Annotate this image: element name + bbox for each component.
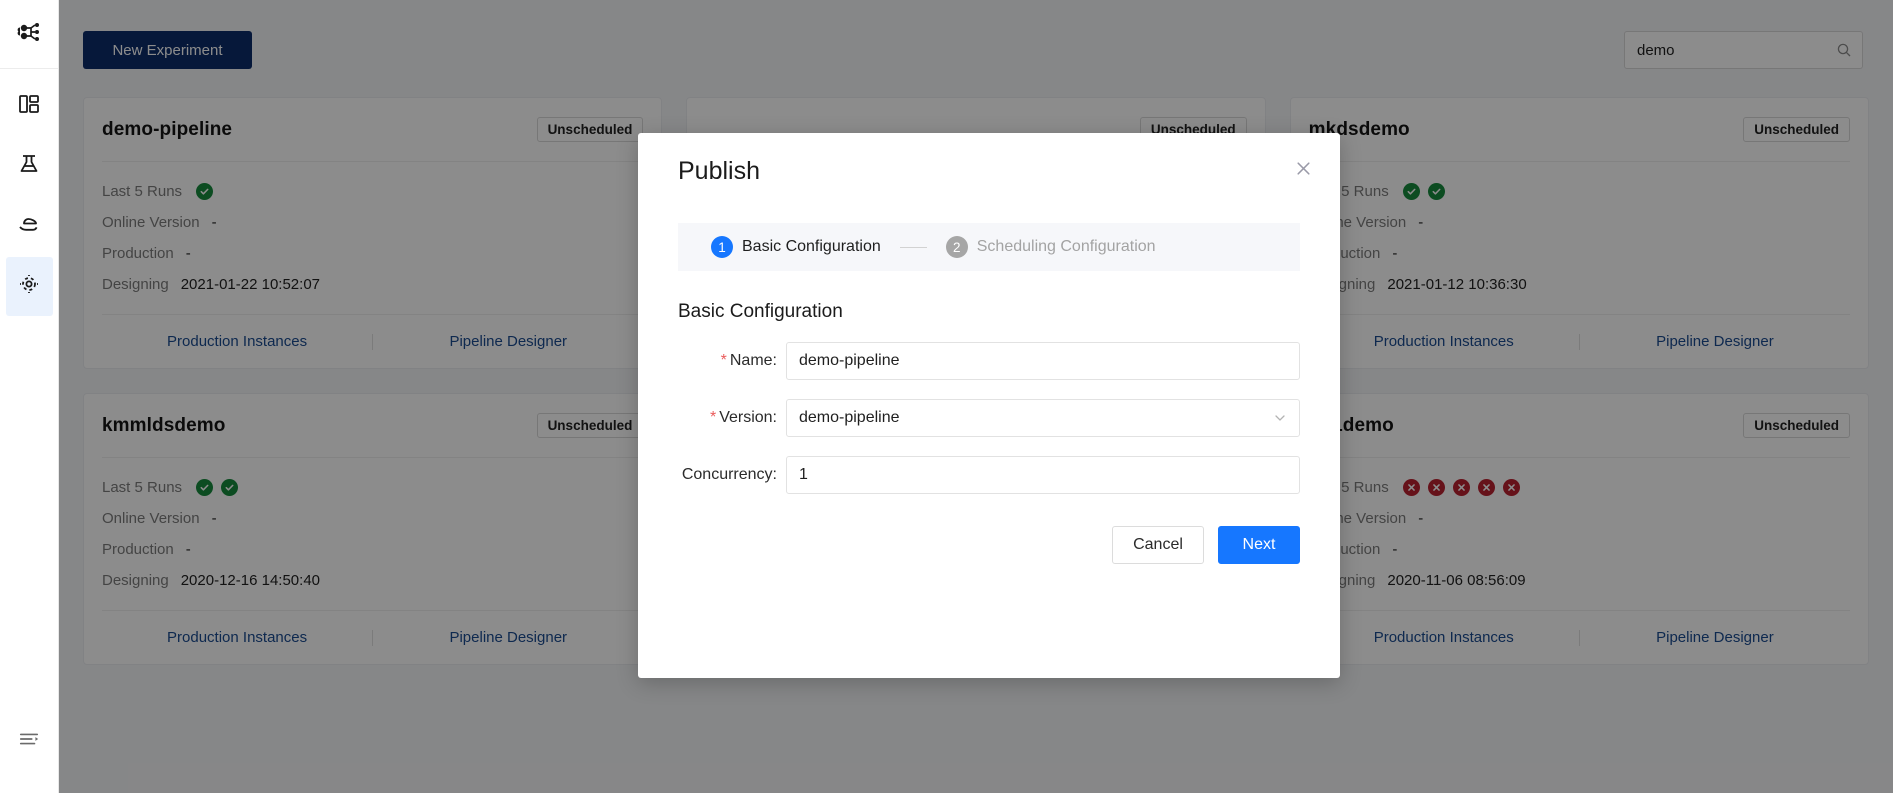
chevron-down-icon[interactable] [1273,411,1287,425]
sidebar-item-model-serving[interactable] [6,197,53,256]
step-1-label: Basic Configuration [742,238,881,255]
pipeline-settings-icon [17,272,41,301]
step-2-label: Scheduling Configuration [976,238,1156,255]
required-asterisk-icon: * [709,409,717,426]
left-sidebar [0,0,59,793]
field-concurrency-label: Concurrency: [681,466,777,483]
required-asterisk-icon: * [720,352,727,369]
dialog-title: Publish [678,157,760,185]
step-1-number: 1 [711,236,733,258]
field-concurrency: Concurrency: 1 [678,456,1300,494]
collapse-sidebar-icon [18,728,40,755]
step-scheduling-configuration[interactable]: 2 Scheduling Configuration [945,236,1156,258]
step-connector [899,246,927,248]
section-title: Basic Configuration [678,301,843,322]
dialog-actions: Cancel Next [678,526,1300,564]
next-button[interactable]: Next [1218,526,1300,564]
concurrency-input-value: 1 [799,466,808,483]
sidebar-item-experiments[interactable] [6,137,53,196]
ml-platform-logo-icon [15,18,43,51]
step-indicator: 1 Basic Configuration 2 Scheduling Confi… [678,223,1300,271]
field-name-label: * Name: [720,352,777,369]
name-input-value: demo-pipeline [799,352,900,369]
field-version: * Version: demo-pipeline [678,399,1300,437]
step-2-number: 2 [945,236,968,258]
close-button[interactable] [1290,155,1316,181]
field-name: * Name: demo-pipeline [678,342,1300,380]
dashboard-icon [17,92,41,121]
sidebar-item-dashboard[interactable] [6,77,53,136]
step-basic-configuration[interactable]: 1 Basic Configuration [711,236,881,258]
sidebar-nav [0,77,58,317]
name-input[interactable]: demo-pipeline [786,342,1300,380]
app-logo [0,0,58,69]
version-select-value: demo-pipeline [799,409,900,426]
flask-experiment-icon [17,152,41,181]
cancel-button[interactable]: Cancel [1112,526,1204,564]
field-version-label: * Version: [709,409,777,426]
close-icon [1295,160,1312,177]
publish-dialog: Publish 1 Basic Configuration 2 Scheduli… [638,133,1340,678]
concurrency-input[interactable]: 1 [786,456,1300,494]
version-select[interactable]: demo-pipeline [786,399,1300,437]
collapse-sidebar-button[interactable] [6,712,53,771]
model-serving-icon [17,212,41,241]
app-root: New Experiment demo demo-pipeline Unsched… [0,0,1893,793]
sidebar-item-pipelines[interactable] [5,257,53,316]
